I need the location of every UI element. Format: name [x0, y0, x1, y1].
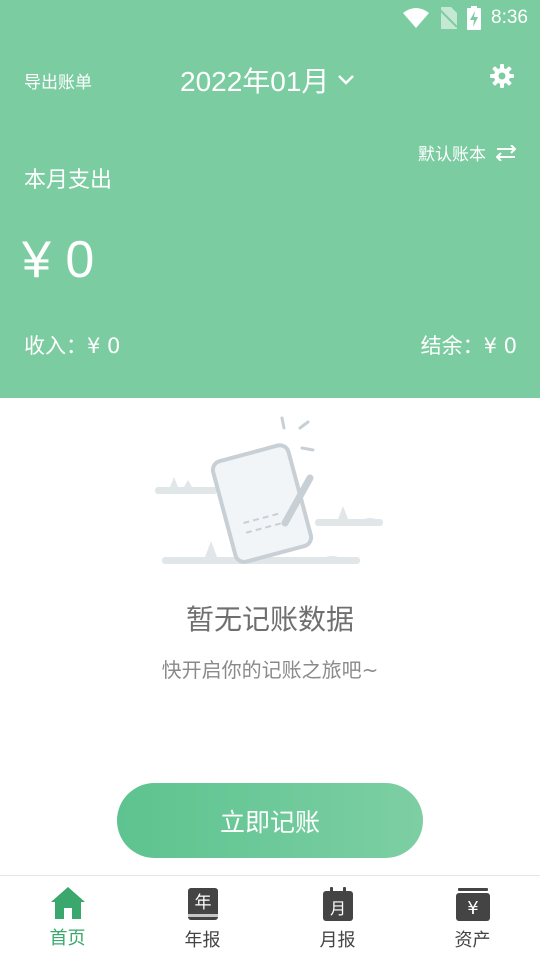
monthly-expense-amount: ¥ 0	[22, 231, 95, 289]
home-icon	[50, 887, 85, 919]
empty-state-title: 暂无记账数据	[185, 603, 354, 636]
tab-year-report-label: 年报	[184, 930, 221, 951]
tab-month-report-label: 月报	[319, 930, 356, 951]
empty-notebook-illustration	[155, 416, 383, 564]
year-report-icon: 年	[187, 888, 218, 920]
month-report-icon: 月	[322, 887, 353, 921]
export-bill-link[interactable]: 导出账单	[24, 68, 92, 93]
year-report-glyph: 年	[194, 893, 211, 913]
tab-assets-label: 资产	[454, 930, 491, 951]
balance-summary: 结余：¥ 0	[420, 334, 517, 358]
tab-home[interactable]: 首页	[0, 876, 135, 960]
no-sim-icon	[439, 7, 458, 29]
settings-button[interactable]	[490, 64, 514, 92]
book-name-label: 默认账本	[418, 145, 486, 165]
status-bar: 8:36	[0, 0, 540, 36]
tab-assets[interactable]: ¥ 资产	[405, 876, 540, 960]
gear-icon	[490, 64, 514, 88]
monthly-expense-label: 本月支出	[24, 168, 113, 193]
swap-arrows-icon	[496, 144, 516, 161]
chevron-down-icon	[338, 75, 355, 85]
status-time: 8:36	[491, 7, 528, 28]
wifi-icon	[403, 8, 430, 28]
tab-month-report[interactable]: 月 月报	[270, 876, 405, 960]
bottom-tab-bar: 首页 年 年报 月 月报 ¥ 资产	[0, 875, 540, 960]
month-label: 2022年01月	[180, 66, 330, 97]
tab-year-report[interactable]: 年 年报	[135, 876, 270, 960]
assets-icon: ¥	[455, 888, 490, 921]
income-summary: 收入：¥ 0	[24, 334, 121, 358]
empty-state-subtitle: 快开启你的记账之旅吧~	[161, 658, 379, 682]
assets-glyph: ¥	[467, 898, 478, 919]
month-picker[interactable]: 2022年01月	[180, 60, 355, 100]
record-now-button[interactable]: 立即记账	[117, 783, 423, 858]
month-report-glyph: 月	[329, 899, 345, 918]
summary-header: 8:36 导出账单 2022年01月 默认账本 本月支出 ¥ 0 收入：¥ 0 …	[0, 0, 540, 398]
switch-book-button[interactable]: 默认账本	[418, 140, 516, 165]
tab-home-label: 首页	[49, 928, 86, 949]
battery-charging-icon	[467, 6, 482, 30]
